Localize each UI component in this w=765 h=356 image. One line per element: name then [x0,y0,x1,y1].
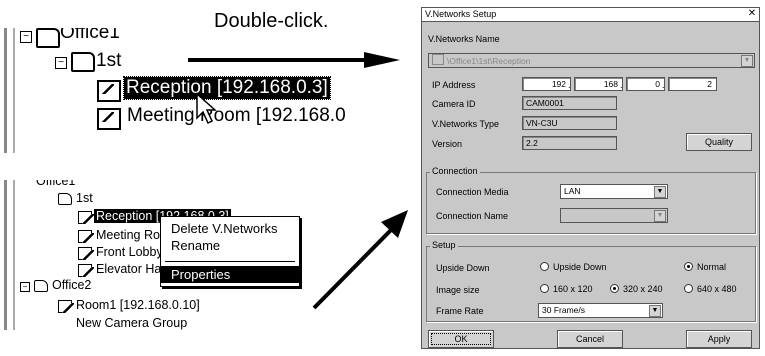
version-field: 2.2 [522,136,617,150]
tree-item-front[interactable]: Front Lobby [96,245,163,259]
chevron-down-icon[interactable]: ▼ [654,210,666,222]
media-value: LAN [564,186,581,196]
camera-icon [78,247,94,260]
conn-name-label: Connection Name [436,211,509,221]
ip-label: IP Address [432,80,476,90]
cancel-button[interactable]: Cancel [557,330,623,348]
name-label: V.Networks Name [428,34,500,44]
tree-item-office[interactable]: Office1 [60,28,120,44]
radio-dot [540,284,549,293]
camera-icon [78,264,94,277]
name-combo[interactable]: \Office1\1st\Reception ▼ [428,53,755,68]
tree-item-new-group[interactable]: New Camera Group [76,316,187,330]
radio-dot-selected [684,262,693,271]
camera-icon [58,300,74,313]
frame-rate-select[interactable]: 30 Frame/s ▼ [538,303,663,318]
version-label: Version [432,139,463,149]
chevron-down-icon[interactable]: ▼ [741,55,753,67]
camera-icon [97,108,121,130]
tree-view-zoomed: − Office1 − 1st Reception [192.168.0.3] … [0,28,345,153]
setup-group-title: Setup [430,240,458,250]
radio-dot [540,262,549,271]
upside-label: Upside Down [436,263,490,273]
frame-label: Frame Rate [436,306,484,316]
camera-icon [97,80,121,102]
menu-item-rename[interactable]: Rename [161,238,299,253]
arrow-diagonal [312,228,393,310]
close-icon[interactable]: ✕ [747,9,757,19]
dialog-title: V.Networks Setup [422,8,759,22]
radio-dot-selected [610,284,619,293]
type-field: VN-C3U [522,116,617,130]
connection-group [426,172,756,234]
menu-item-properties[interactable]: Properties [161,266,299,283]
tree-item-office2[interactable]: Office2 [52,278,91,292]
expand-box[interactable]: − [20,31,32,43]
media-select[interactable]: LAN ▼ [560,184,668,199]
ip-octet-4[interactable]: 2 [668,77,717,91]
media-label: Connection Media [436,187,509,197]
camera-id-label: Camera ID [432,99,476,109]
radio-label: Normal [697,262,727,272]
conn-name-select[interactable]: ▼ [560,208,668,223]
arrow-right-head [364,52,400,68]
folder-open-icon [71,52,95,72]
tree-item-elevator[interactable]: Elevator Hall [96,262,167,276]
camera-icon [78,211,94,224]
tree-item-meeting-room[interactable]: Meeting Room [192.168.0 [127,105,345,127]
mouse-cursor-icon [196,92,217,125]
tree-item-floor[interactable]: 1st [96,50,121,72]
radio-320x240[interactable]: 320 x 240 [610,284,663,294]
quality-button[interactable]: Quality [686,133,752,151]
folder-open-icon [58,193,72,205]
radio-label: 640 x 480 [697,284,737,294]
type-label: V.Networks Type [432,119,500,129]
menu-separator [165,261,295,262]
context-menu: Delete V.Networks Rename Properties [160,216,300,287]
radio-640x480[interactable]: 640 x 480 [684,284,737,294]
chevron-down-icon[interactable]: ▼ [649,305,661,317]
menu-item-delete[interactable]: Delete V.Networks [161,221,299,236]
radio-upside-down[interactable]: Upside Down [540,262,607,272]
folder-icon [34,280,48,292]
radio-normal[interactable]: Normal [684,262,726,272]
radio-160x120[interactable]: 160 x 120 [540,284,593,294]
camera-icon [78,230,94,243]
radio-dot [684,284,693,293]
ip-octet-3[interactable]: 0 [626,77,665,91]
camera-id-field: CAM0001 [522,96,617,110]
radio-label: 160 x 120 [553,284,593,294]
name-value: \Office1\1st\Reception [447,56,531,66]
camera-icon [432,54,444,65]
radio-label: 320 x 240 [623,284,663,294]
radio-label: Upside Down [553,262,607,272]
tree-item-reception[interactable]: Reception [192.168.0.3] [123,76,331,100]
setup-dialog: V.Networks Setup ✕ V.Networks Name \Offi… [421,7,760,349]
frame-value: 30 Frame/s [542,305,585,315]
chevron-down-icon[interactable]: ▼ [654,186,666,198]
ok-button[interactable]: OK [428,330,494,348]
connection-group-title: Connection [430,166,480,176]
expand-box[interactable]: − [55,57,67,69]
tree-item-floor[interactable]: 1st [76,191,93,205]
tree-item-room1[interactable]: Room1 [192.168.0.10] [76,298,200,312]
expand-box[interactable]: − [20,282,30,292]
folder-icon [36,28,60,48]
size-label: Image size [436,285,480,295]
tree-item-office1[interactable]: Office1 [36,180,75,188]
apply-button[interactable]: Apply [686,330,752,348]
ip-octet-2[interactable]: 168 [574,77,623,91]
ip-octet-1[interactable]: 192 [522,77,571,91]
